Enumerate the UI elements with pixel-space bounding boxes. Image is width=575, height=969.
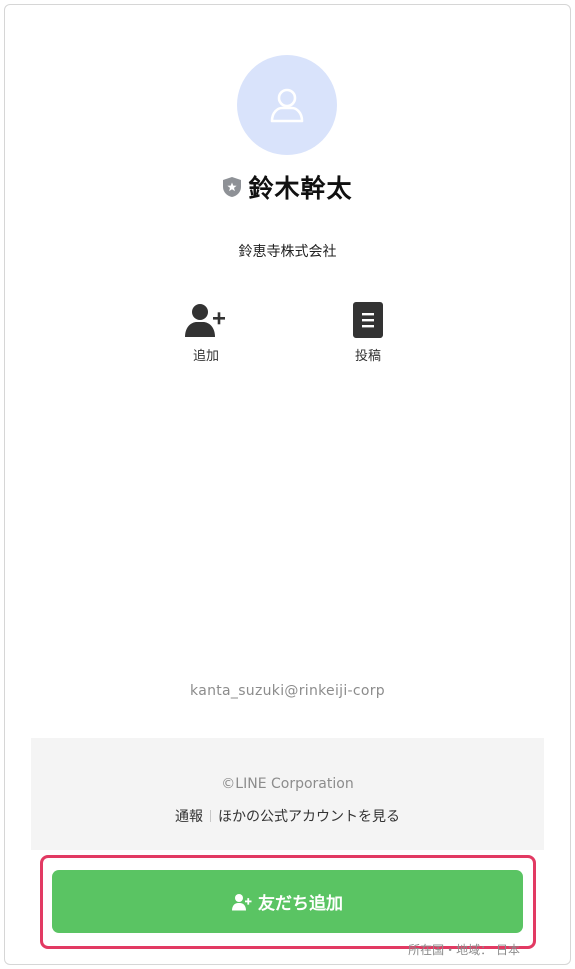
contact-email: kanta_suzuki@rinkeiji-corp <box>190 683 385 699</box>
company-name: 鈴恵寺株式会社 <box>238 244 337 260</box>
avatar[interactable] <box>237 55 337 155</box>
name-row: 鈴木幹太 <box>5 169 570 205</box>
other-accounts-link[interactable]: ほかの公式アカウントを見る <box>218 806 400 826</box>
copyright-text: ©LINE Corporation <box>221 776 354 792</box>
footer: ©LINE Corporation 通報 ほかの公式アカウントを見る <box>31 738 544 850</box>
shield-star-icon <box>222 176 242 198</box>
link-divider <box>210 810 211 822</box>
add-user-icon <box>185 304 225 337</box>
region-text: 所在国・地域： 日本 <box>408 943 520 957</box>
post-action-label: 投稿 <box>354 349 381 364</box>
add-user-icon <box>232 893 252 910</box>
add-action[interactable]: 追加 <box>166 301 246 364</box>
add-friend-label: 友だち追加 <box>258 894 343 913</box>
profile-page: 鈴木幹太 鈴恵寺株式会社 追加 投稿 kanta_suzuki@rinkeiji… <box>4 4 571 965</box>
report-link[interactable]: 通報 <box>175 806 203 826</box>
add-action-label: 追加 <box>192 349 219 364</box>
post-action[interactable]: 投稿 <box>328 301 408 364</box>
post-document-icon <box>353 302 383 338</box>
user-outline-icon <box>270 88 304 123</box>
add-friend-button[interactable]: 友だち追加 <box>52 870 523 933</box>
footer-links: 通報 ほかの公式アカウントを見る <box>31 806 544 826</box>
profile-name: 鈴木幹太 <box>248 174 353 203</box>
